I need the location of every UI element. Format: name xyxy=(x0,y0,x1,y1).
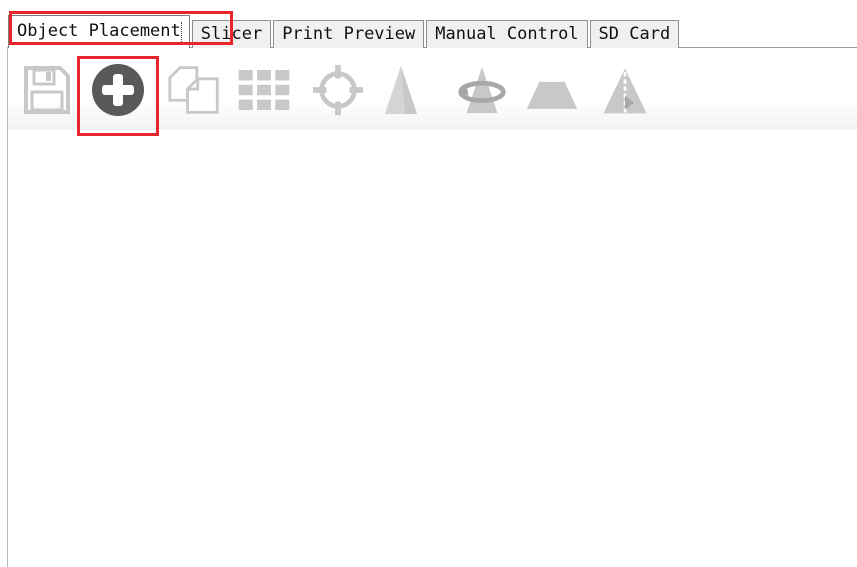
center-icon xyxy=(312,64,364,116)
tab-manual-control[interactable]: Manual Control xyxy=(426,20,588,48)
cut-button[interactable] xyxy=(525,60,579,120)
tab-sd-card[interactable]: SD Card xyxy=(589,20,680,48)
scale-icon xyxy=(385,66,417,114)
arrange-grid-icon xyxy=(238,69,290,111)
highlight-box-add xyxy=(77,56,159,136)
center-button[interactable] xyxy=(311,60,365,120)
app-window: Object Placement Slicer Print Preview Ma… xyxy=(0,0,857,567)
scale-button[interactable] xyxy=(374,60,428,120)
tab-print-preview[interactable]: Print Preview xyxy=(273,20,425,48)
copy-icon xyxy=(168,66,219,114)
rotate-button[interactable] xyxy=(455,60,509,120)
mirror-icon xyxy=(603,64,647,116)
highlight-box-tab xyxy=(9,11,233,45)
save-button[interactable] xyxy=(20,60,74,120)
build-plate-canvas[interactable] xyxy=(8,134,857,567)
cut-icon xyxy=(526,81,578,109)
rotate-icon xyxy=(458,66,506,114)
mirror-button[interactable] xyxy=(598,60,652,120)
save-icon xyxy=(24,66,70,114)
copy-button[interactable] xyxy=(167,60,221,120)
arrange-button[interactable] xyxy=(237,60,291,120)
